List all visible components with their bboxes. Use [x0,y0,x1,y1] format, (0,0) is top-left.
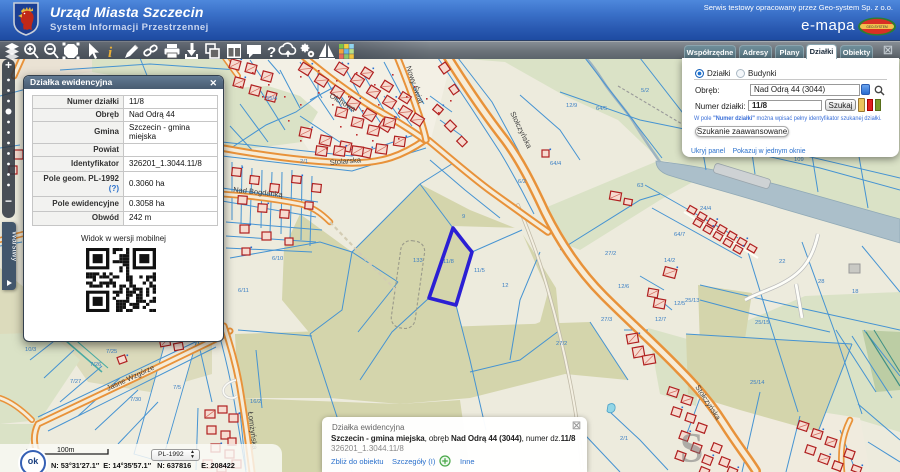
svg-text:12/9: 12/9 [566,103,577,109]
svg-text:Warstwy: Warstwy [11,231,17,261]
svg-text:2/1: 2/1 [620,436,628,442]
svg-text:?: ? [267,44,276,61]
svg-text:7/30: 7/30 [130,397,141,403]
svg-text:55/4: 55/4 [266,96,278,102]
svg-text:11/5: 11/5 [474,268,485,274]
svg-text:100m: 100m [57,447,75,454]
svg-text:GEO-SYSTEM: GEO-SYSTEM [866,25,888,29]
svg-text:64/7: 64/7 [674,232,685,238]
svg-text:16/2: 16/2 [250,399,261,405]
svg-text:6/10: 6/10 [272,256,283,262]
svg-text:12/5: 12/5 [674,301,685,307]
svg-text:5/2: 5/2 [641,88,649,94]
svg-text:64/4: 64/4 [550,161,562,167]
svg-text:14/2: 14/2 [664,258,675,264]
svg-text:9: 9 [462,214,465,220]
svg-text:25/14: 25/14 [750,380,765,386]
svg-text:27/2: 27/2 [605,251,616,257]
svg-text:63: 63 [637,183,643,189]
svg-text:27/2: 27/2 [556,341,567,347]
svg-text:7/25: 7/25 [106,349,117,355]
svg-text:12/6: 12/6 [618,284,629,290]
svg-text:10/3: 10/3 [25,347,36,353]
svg-text:27/3: 27/3 [601,317,612,323]
svg-text:109: 109 [794,157,804,163]
svg-text:2/1: 2/1 [300,159,308,165]
svg-text:28: 28 [818,279,824,285]
svg-text:22: 22 [779,259,785,265]
svg-text:i: i [108,45,113,61]
svg-text:133: 133 [413,258,423,264]
svg-text:6/11: 6/11 [238,288,249,294]
svg-text:64/5: 64/5 [596,106,607,112]
svg-text:25/13: 25/13 [685,298,700,304]
svg-text:12: 12 [502,283,508,289]
svg-text:7/26: 7/26 [90,362,101,368]
svg-text:24/4: 24/4 [700,206,712,212]
svg-text:7/5: 7/5 [173,385,181,391]
svg-text:11/8: 11/8 [443,259,454,265]
svg-text:25/15: 25/15 [755,320,770,326]
svg-text:7/27: 7/27 [70,379,81,385]
svg-text:18: 18 [852,289,858,295]
svg-text:S: S [680,426,703,472]
svg-text:12/7: 12/7 [655,317,666,323]
svg-text:6/2: 6/2 [518,179,526,185]
